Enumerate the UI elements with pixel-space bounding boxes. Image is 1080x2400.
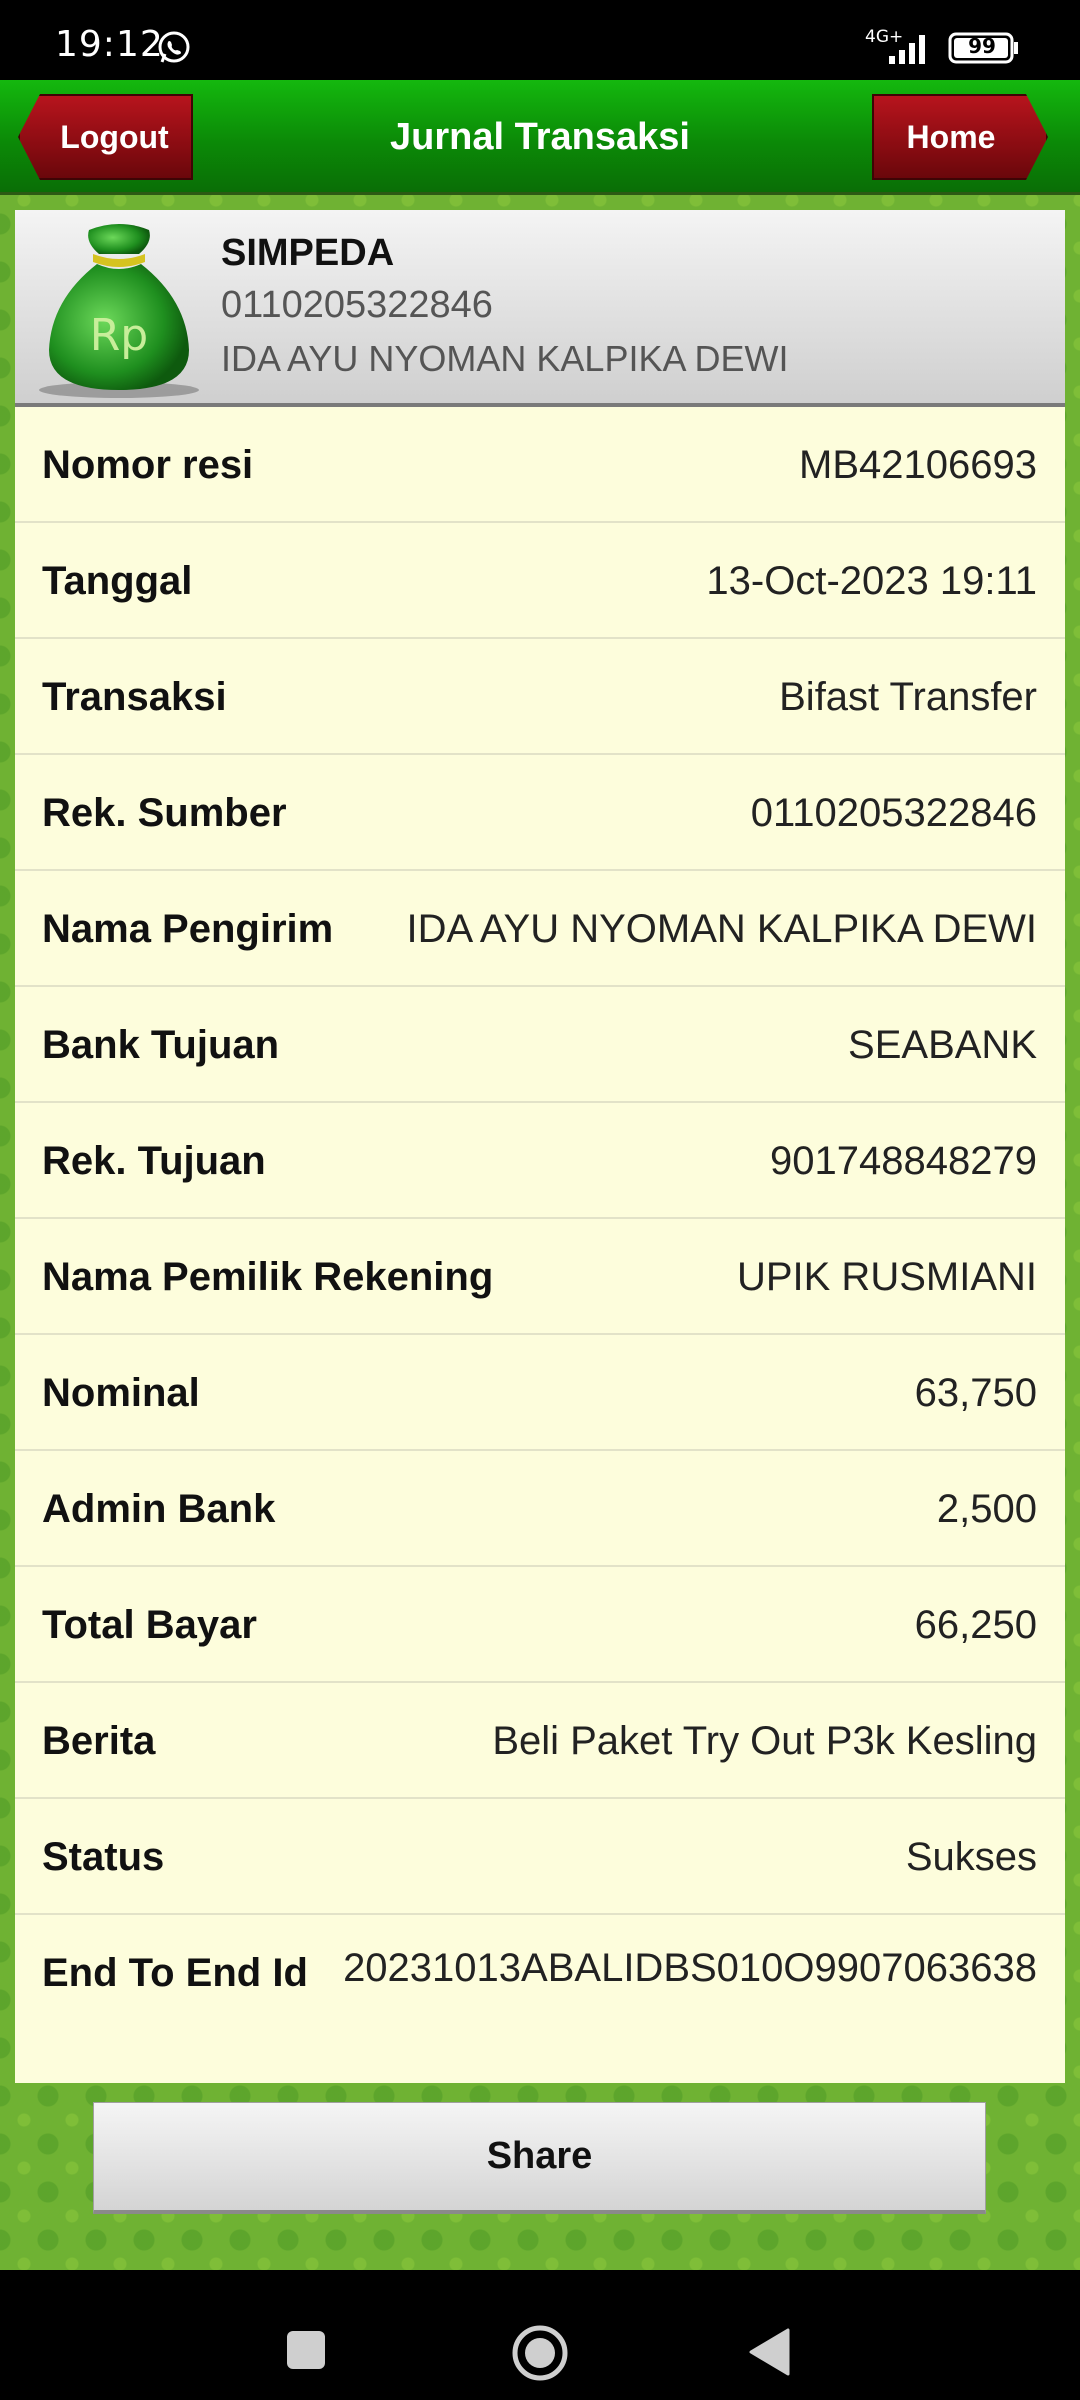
detail-label: End To End Id	[42, 1951, 308, 1995]
account-number: 0110205322846	[221, 284, 493, 326]
detail-value: 901748848279	[770, 1139, 1037, 1183]
detail-row-destination-account: Rek. Tujuan 901748848279	[15, 1103, 1065, 1219]
detail-value: Bifast Transfer	[779, 675, 1037, 719]
signal-icon	[889, 35, 925, 64]
account-card: Rp SIMPEDA 0110205322846 IDA AYU NYOMAN …	[15, 210, 1065, 407]
detail-value: Beli Paket Try Out P3k Kesling	[492, 1719, 1037, 1763]
app-content: Jurnal Transaksi Logout Home Rp SIMPEDA …	[0, 80, 1080, 2270]
detail-row-destination-bank: Bank Tujuan SEABANK	[15, 987, 1065, 1103]
detail-label: Transaksi	[42, 675, 227, 719]
detail-row-date: Tanggal 13-Oct-2023 19:11	[15, 523, 1065, 639]
detail-value: 13-Oct-2023 19:11	[706, 559, 1037, 603]
detail-row-message: Berita Beli Paket Try Out P3k Kesling	[15, 1683, 1065, 1799]
detail-label: Rek. Tujuan	[42, 1139, 266, 1183]
account-type: SIMPEDA	[221, 232, 395, 274]
detail-value: UPIK RUSMIANI	[736, 1255, 1037, 1299]
detail-value: MB42106693	[799, 443, 1037, 487]
money-bag-icon: Rp	[39, 224, 199, 398]
app-header: Jurnal Transaksi Logout Home	[0, 80, 1080, 195]
detail-label: Tanggal	[42, 559, 193, 603]
detail-value: IDA AYU NYOMAN KALPIKA DEWI	[406, 907, 1037, 951]
recent-apps-icon[interactable]	[286, 2330, 326, 2370]
detail-label: Rek. Sumber	[42, 791, 287, 835]
detail-label: Admin Bank	[42, 1487, 276, 1531]
detail-label: Nomor resi	[42, 443, 254, 487]
detail-value: 20231013ABALIDBS010O9907063638	[343, 1946, 1037, 1990]
detail-row-sender-name: Nama Pengirim IDA AYU NYOMAN KALPIKA DEW…	[15, 871, 1065, 987]
svg-text:Rp: Rp	[90, 310, 149, 361]
detail-value: Sukses	[905, 1835, 1037, 1879]
back-nav-icon[interactable]	[748, 2328, 792, 2376]
whatsapp-icon	[158, 31, 190, 63]
detail-row-source-account: Rek. Sumber 0110205322846	[15, 755, 1065, 871]
home-button[interactable]: Home	[872, 94, 1048, 180]
logout-button[interactable]: Logout	[18, 94, 193, 180]
detail-label: Berita	[42, 1719, 156, 1763]
share-button[interactable]: Share	[93, 2102, 986, 2214]
detail-row-account-owner: Nama Pemilik Rekening UPIK RUSMIANI	[15, 1219, 1065, 1335]
detail-value: 63,750	[914, 1371, 1037, 1415]
detail-row-receipt-number: Nomor resi MB42106693	[15, 407, 1065, 523]
detail-row-total: Total Bayar 66,250	[15, 1567, 1065, 1683]
detail-row-end-to-end-id: End To End Id 20231013ABALIDBS010O990706…	[15, 1915, 1065, 2079]
status-time: 19:12	[55, 24, 164, 65]
status-bar: 19:12 4G+ 99	[0, 0, 1080, 80]
detail-label: Nama Pemilik Rekening	[42, 1255, 494, 1299]
detail-value: 66,250	[914, 1603, 1037, 1647]
detail-row-admin-fee: Admin Bank 2,500	[15, 1451, 1065, 1567]
detail-row-status: Status Sukses	[15, 1799, 1065, 1915]
transaction-details: Nomor resi MB42106693 Tanggal 13-Oct-202…	[15, 407, 1065, 2083]
system-nav-bar	[0, 2270, 1080, 2400]
detail-label: Nama Pengirim	[42, 907, 334, 951]
detail-row-nominal: Nominal 63,750	[15, 1335, 1065, 1451]
detail-label: Status	[42, 1835, 165, 1879]
detail-label: Nominal	[42, 1371, 200, 1415]
detail-label: Total Bayar	[42, 1603, 257, 1647]
account-holder-name: IDA AYU NYOMAN KALPIKA DEWI	[221, 338, 789, 379]
detail-value: 0110205322846	[750, 791, 1037, 835]
home-nav-icon[interactable]	[510, 2323, 570, 2383]
detail-row-transaction: Transaksi Bifast Transfer	[15, 639, 1065, 755]
detail-label: Bank Tujuan	[42, 1023, 280, 1067]
detail-value: 2,500	[936, 1487, 1037, 1531]
detail-value: SEABANK	[848, 1023, 1037, 1067]
battery-level: 99	[968, 34, 996, 58]
